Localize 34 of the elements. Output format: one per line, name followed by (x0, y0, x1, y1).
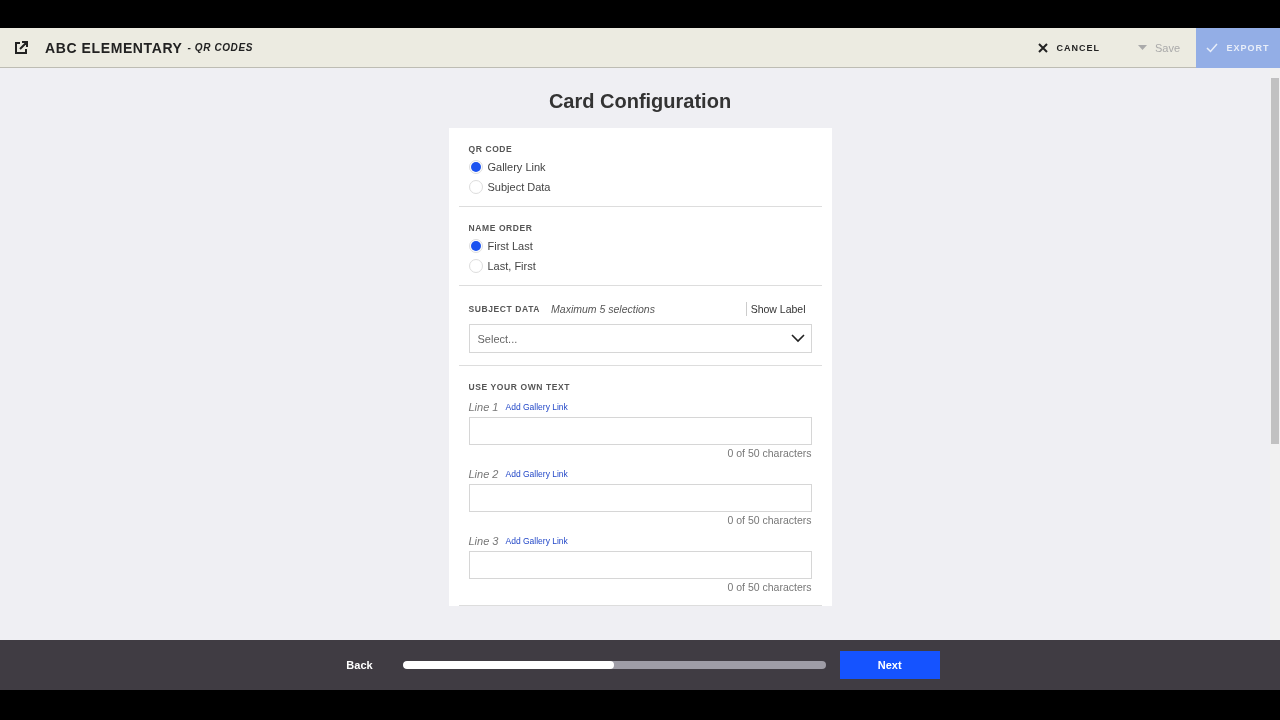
character-counter: 0 of 50 characters (726, 581, 812, 593)
selection-hint: Maximum 5 selections (551, 303, 655, 315)
next-button[interactable]: Next (839, 651, 940, 679)
add-gallery-link[interactable]: Add Gallery Link (505, 402, 568, 412)
radio-option[interactable]: Subject Data (468, 180, 551, 194)
cancel-button[interactable]: CANCEL (1032, 41, 1106, 54)
line-label: Line 3 (468, 535, 499, 547)
page-title: Card Configuration (548, 90, 732, 113)
back-button[interactable]: Back (340, 658, 379, 672)
text-line-input[interactable] (468, 484, 812, 512)
text-line-input[interactable] (468, 551, 812, 579)
section-label: QR CODE (468, 144, 514, 154)
school-title: ABC ELEMENTARY (45, 39, 183, 56)
text-line-input[interactable] (468, 417, 812, 445)
subject-data-select[interactable]: Select... (468, 324, 812, 353)
chevron-down-icon (790, 334, 805, 343)
line-label: Line 1 (468, 401, 499, 413)
character-counter: 0 of 50 characters (726, 447, 812, 459)
close-icon (1038, 42, 1049, 53)
show-label-toggle[interactable]: Show Label (745, 302, 812, 316)
page-subtitle: - QR CODES (187, 42, 253, 53)
add-gallery-link[interactable]: Add Gallery Link (505, 469, 568, 479)
line-label: Line 2 (468, 468, 499, 480)
section-label: USE YOUR OWN TEXT (468, 382, 572, 392)
checkmark-icon (1206, 42, 1219, 53)
external-link-icon (14, 40, 28, 55)
caret-icon (1137, 45, 1147, 50)
radio-option[interactable]: Gallery Link (468, 160, 546, 174)
character-counter: 0 of 50 characters (726, 514, 812, 526)
add-gallery-link[interactable]: Add Gallery Link (505, 536, 568, 546)
radio-option[interactable]: Last, First (468, 259, 536, 273)
radio-option[interactable]: First Last (468, 239, 533, 253)
section-label: NAME ORDER (468, 223, 534, 233)
section-label: SUBJECT DATA (468, 304, 541, 314)
